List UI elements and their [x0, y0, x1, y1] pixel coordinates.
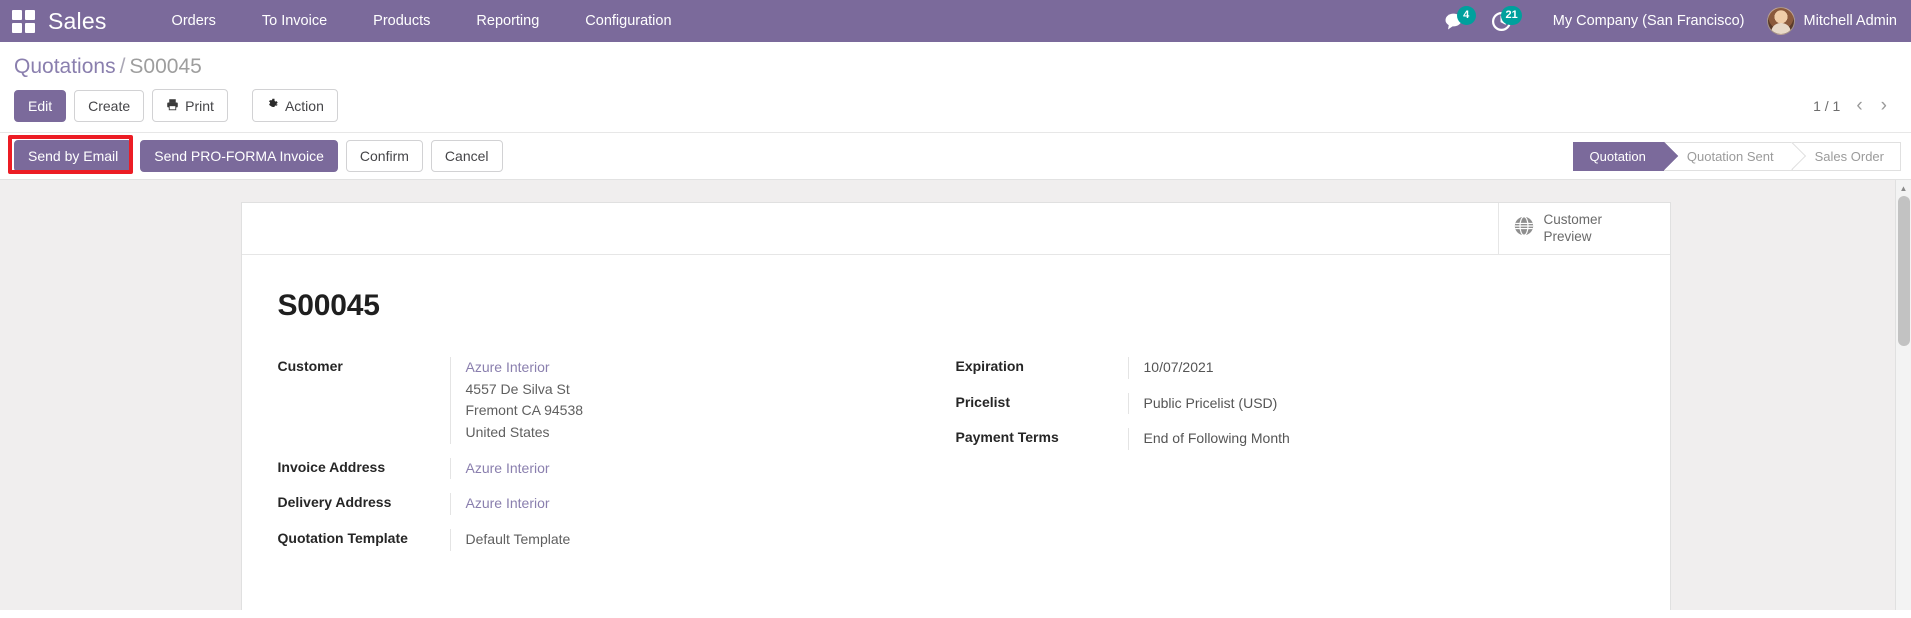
page-title: S00045 — [277, 289, 380, 322]
field-label-delivery-address: Delivery Address — [277, 494, 392, 511]
avatar — [1766, 7, 1795, 35]
field-value-invoice-address[interactable]: Azure Interior — [449, 457, 916, 480]
field-invoice-address: Invoice Address Azure Interior — [277, 457, 916, 480]
menu-item-reporting[interactable]: Reporting — [453, 0, 562, 42]
form-sheet: Customer Preview S00045 Customer Azure I… — [240, 202, 1671, 610]
field-label-quotation-template: Quotation Template — [277, 530, 408, 547]
menu-item-configuration[interactable]: Configuration — [562, 0, 694, 42]
field-customer: Customer Azure Interior 4557 De Silva St… — [278, 357, 916, 444]
chevron-right-icon[interactable]: › — [1879, 96, 1889, 115]
field-value-quotation-template[interactable]: Default Template — [449, 529, 916, 551]
breadcrumb-current-record: S00045 — [129, 55, 202, 78]
send-proforma-invoice-button[interactable]: Send PRO-FORMA Invoice — [140, 140, 338, 172]
status-stage-quotation[interactable]: Quotation — [1572, 141, 1664, 171]
field-value-pricelist[interactable]: Public Pricelist (USD) — [1127, 392, 1594, 415]
customer-address-city: Fremont CA 94538 — [465, 402, 584, 419]
apps-grid-square — [24, 22, 35, 33]
form-column-left: Customer Azure Interior 4557 De Silva St… — [278, 357, 956, 565]
menu-item-orders[interactable]: Orders — [149, 0, 239, 42]
field-label-invoice-address: Invoice Address — [277, 458, 386, 475]
cancel-button[interactable]: Cancel — [430, 140, 503, 172]
navbar-right: 4 21 My Company (San Francisco) Mitchell… — [1433, 0, 1897, 42]
edit-button[interactable]: Edit — [14, 89, 67, 122]
activities-button[interactable]: 21 — [1479, 0, 1525, 42]
status-stage-sales-order[interactable]: Sales Order — [1791, 141, 1901, 171]
field-value-customer[interactable]: Azure Interior 4557 De Silva St Fremont … — [449, 357, 916, 444]
quotation-template-value: Default Template — [465, 531, 571, 548]
pager-value: 1 / 1 — [1813, 97, 1841, 114]
vertical-scrollbar[interactable]: ▲ — [1895, 180, 1911, 610]
field-expiration: Expiration 10/07/2021 — [956, 357, 1594, 379]
record-action-bar: Send by Email Send PRO-FORMA Invoice Con… — [0, 133, 1911, 180]
customer-address-street: 4557 De Silva St — [465, 380, 570, 397]
field-payment-terms: Payment Terms End of Following Month — [955, 428, 1594, 451]
chevron-left-icon[interactable]: ‹ — [1854, 96, 1864, 115]
messages-badge: 4 — [1456, 6, 1476, 25]
confirm-button[interactable]: Confirm — [345, 140, 423, 172]
form-column-right: Expiration 10/07/2021 Pricelist Public P… — [956, 357, 1634, 565]
invoice-address-link[interactable]: Azure Interior — [466, 458, 916, 480]
globe-icon — [1513, 215, 1535, 242]
control-panel: Quotations / S00045 Edit Create Print Acti… — [0, 42, 1911, 133]
menu-item-products[interactable]: Products — [350, 0, 453, 42]
breadcrumb: Quotations / S00045 — [0, 42, 1911, 83]
apps-grid-square — [11, 9, 22, 20]
scrollbar-thumb[interactable] — [1898, 196, 1910, 346]
status-stage-quotation-sent[interactable]: Quotation Sent — [1663, 141, 1792, 171]
form-scroll-area: Customer Preview S00045 Customer Azure I… — [0, 180, 1911, 610]
field-label-expiration: Expiration — [955, 358, 1024, 374]
triangle-up-icon[interactable]: ▲ — [1896, 180, 1911, 196]
field-pricelist: Pricelist Public Pricelist (USD) — [955, 392, 1594, 415]
field-value-payment-terms[interactable]: End of Following Month — [1127, 428, 1594, 451]
form-columns: Customer Azure Interior 4557 De Silva St… — [278, 357, 1634, 565]
breadcrumb-separator: / — [119, 55, 126, 78]
user-menu[interactable]: Mitchell Admin — [1761, 7, 1897, 35]
apps-grid-icon[interactable] — [10, 8, 36, 34]
field-value-expiration[interactable]: 10/07/2021 — [1127, 357, 1594, 379]
sheet-button-box: Customer Preview — [241, 203, 1670, 255]
send-by-email-button[interactable]: Send by Email — [14, 140, 133, 172]
activities-badge: 21 — [1501, 6, 1522, 25]
print-button[interactable]: Print — [152, 89, 228, 122]
status-bar: Quotation Quotation Sent Sales Order — [1572, 141, 1911, 171]
customer-preview-label: Customer Preview — [1544, 212, 1603, 246]
action-label: Action — [284, 97, 324, 114]
field-delivery-address: Delivery Address Azure Interior — [277, 493, 916, 516]
toolbar: Edit Create Print Action 1 / 1 ‹ › — [0, 83, 1911, 132]
print-label: Print — [185, 97, 214, 114]
field-label-customer: Customer — [277, 358, 343, 374]
main-menu: Orders To Invoice Products Reporting Con… — [149, 0, 695, 42]
customer-address-country: United States — [465, 424, 550, 441]
create-button[interactable]: Create — [74, 89, 145, 122]
menu-item-to-invoice[interactable]: To Invoice — [239, 0, 350, 42]
customer-preview-line-1: Customer — [1543, 211, 1603, 227]
action-button[interactable]: Action — [251, 89, 338, 122]
gear-icon — [266, 98, 279, 113]
printer-icon — [166, 98, 179, 113]
customer-preview-line-2: Preview — [1543, 228, 1592, 244]
breadcrumb-item-quotations[interactable]: Quotations — [14, 55, 116, 78]
apps-grid-square — [24, 9, 35, 20]
apps-grid-square — [11, 22, 22, 33]
workflow-buttons: Send by Email Send PRO-FORMA Invoice Con… — [14, 140, 511, 172]
field-value-delivery-address[interactable]: Azure Interior — [449, 493, 916, 516]
top-navbar: Sales Orders To Invoice Products Reporti… — [0, 0, 1911, 42]
user-name-label: Mitchell Admin — [1803, 13, 1897, 29]
sheet-body: S00045 Customer Azure Interior 4557 De S… — [242, 255, 1670, 585]
messages-button[interactable]: 4 — [1433, 0, 1479, 42]
company-switcher[interactable]: My Company (San Francisco) — [1525, 13, 1761, 29]
field-label-payment-terms: Payment Terms — [955, 429, 1059, 446]
pager: 1 / 1 ‹ › — [1813, 96, 1897, 115]
customer-preview-button[interactable]: Customer Preview — [1497, 203, 1670, 254]
field-label-pricelist: Pricelist — [955, 393, 1010, 410]
app-brand-sales[interactable]: Sales — [48, 8, 107, 35]
field-quotation-template: Quotation Template Default Template — [278, 529, 916, 551]
customer-link[interactable]: Azure Interior — [466, 357, 916, 379]
delivery-address-link[interactable]: Azure Interior — [466, 493, 916, 515]
